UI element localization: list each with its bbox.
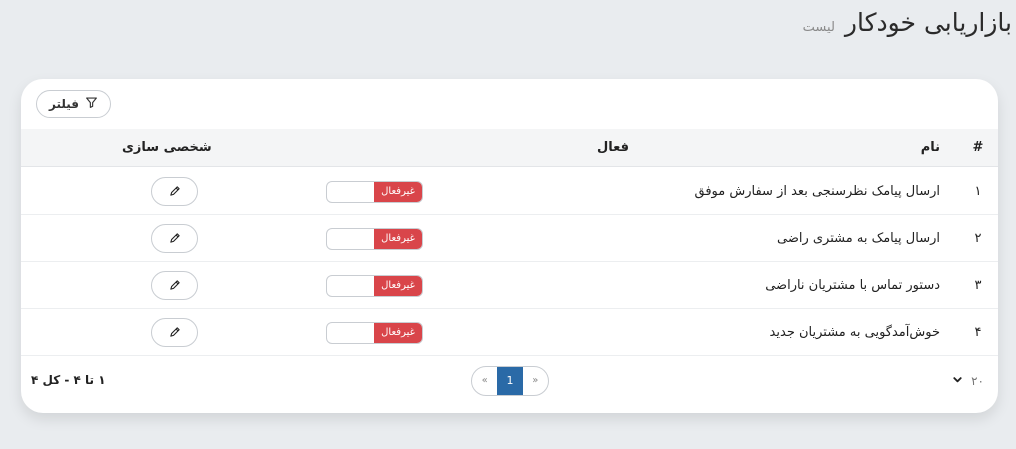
edit-button[interactable] [151,271,198,300]
row-index: ۱ [974,184,982,199]
table-row[interactable]: ۲ ارسال پیامک به مشتری راضی غیرفعال [21,215,998,262]
row-name[interactable]: ارسال پیامک به مشتری راضی [777,215,940,262]
inactive-label: غیرفعال [374,276,422,296]
record-count: ۱ تا ۴ - کل ۴ [31,373,106,387]
table-row[interactable]: ۴ خوش‌آمدگویی به مشتریان جدید غیرفعال [21,309,998,356]
status-toggle[interactable]: غیرفعال [326,228,423,250]
pagination-prev[interactable]: « [472,367,497,395]
pencil-icon [169,323,181,342]
pagination-next[interactable]: » [523,367,548,395]
row-name[interactable]: ارسال پیامک نظرسنجی بعد از سفارش موفق [695,168,941,215]
header-name[interactable]: نام [921,129,940,167]
page-size-select[interactable]: ۲۰ [952,374,984,388]
pencil-icon [169,182,181,201]
row-index: ۳ [974,278,982,293]
filter-button[interactable]: فیلتر [36,90,111,118]
inactive-label: غیرفعال [374,229,422,249]
table-header: # نام فعال شخصی سازی [21,129,998,167]
inactive-label: غیرفعال [374,182,422,202]
status-toggle[interactable]: غیرفعال [326,275,423,297]
row-name[interactable]: خوش‌آمدگویی به مشتریان جدید [770,309,940,356]
filter-label: فیلتر [48,97,80,111]
header-customize: شخصی سازی [122,140,212,155]
edit-button[interactable] [151,177,198,206]
table-row[interactable]: ۱ ارسال پیامک نظرسنجی بعد از سفارش موفق … [21,168,998,215]
chevron-down-icon [952,374,963,388]
table-footer: ۲۰ « 1 » ۱ تا ۴ - کل ۴ [21,364,998,402]
header-active[interactable]: فعال [597,129,629,167]
page-subtitle: لیست [802,20,835,35]
table-row[interactable]: ۳ دستور تماس با مشتریان ناراضی غیرفعال [21,262,998,309]
page-title: بازاریابی خودکار [844,8,1012,37]
row-name[interactable]: دستور تماس با مشتریان ناراضی [765,262,940,309]
edit-button[interactable] [151,318,198,347]
header-index: # [972,140,984,155]
pagination: « 1 » [471,366,549,396]
pencil-icon [169,229,181,248]
inactive-label: غیرفعال [374,323,422,343]
page-size-value: ۲۰ [971,374,984,388]
row-index: ۴ [974,325,982,340]
status-toggle[interactable]: غیرفعال [326,181,423,203]
page-header: بازاریابی خودکار لیست [803,8,1012,37]
pagination-current-page[interactable]: 1 [497,367,523,395]
status-toggle[interactable]: غیرفعال [326,322,423,344]
pencil-icon [169,276,181,295]
row-index: ۲ [974,231,982,246]
filter-icon [85,96,98,112]
edit-button[interactable] [151,224,198,253]
list-card: فیلتر # نام فعال شخصی سازی ۱ ارسال پیامک… [21,79,998,413]
